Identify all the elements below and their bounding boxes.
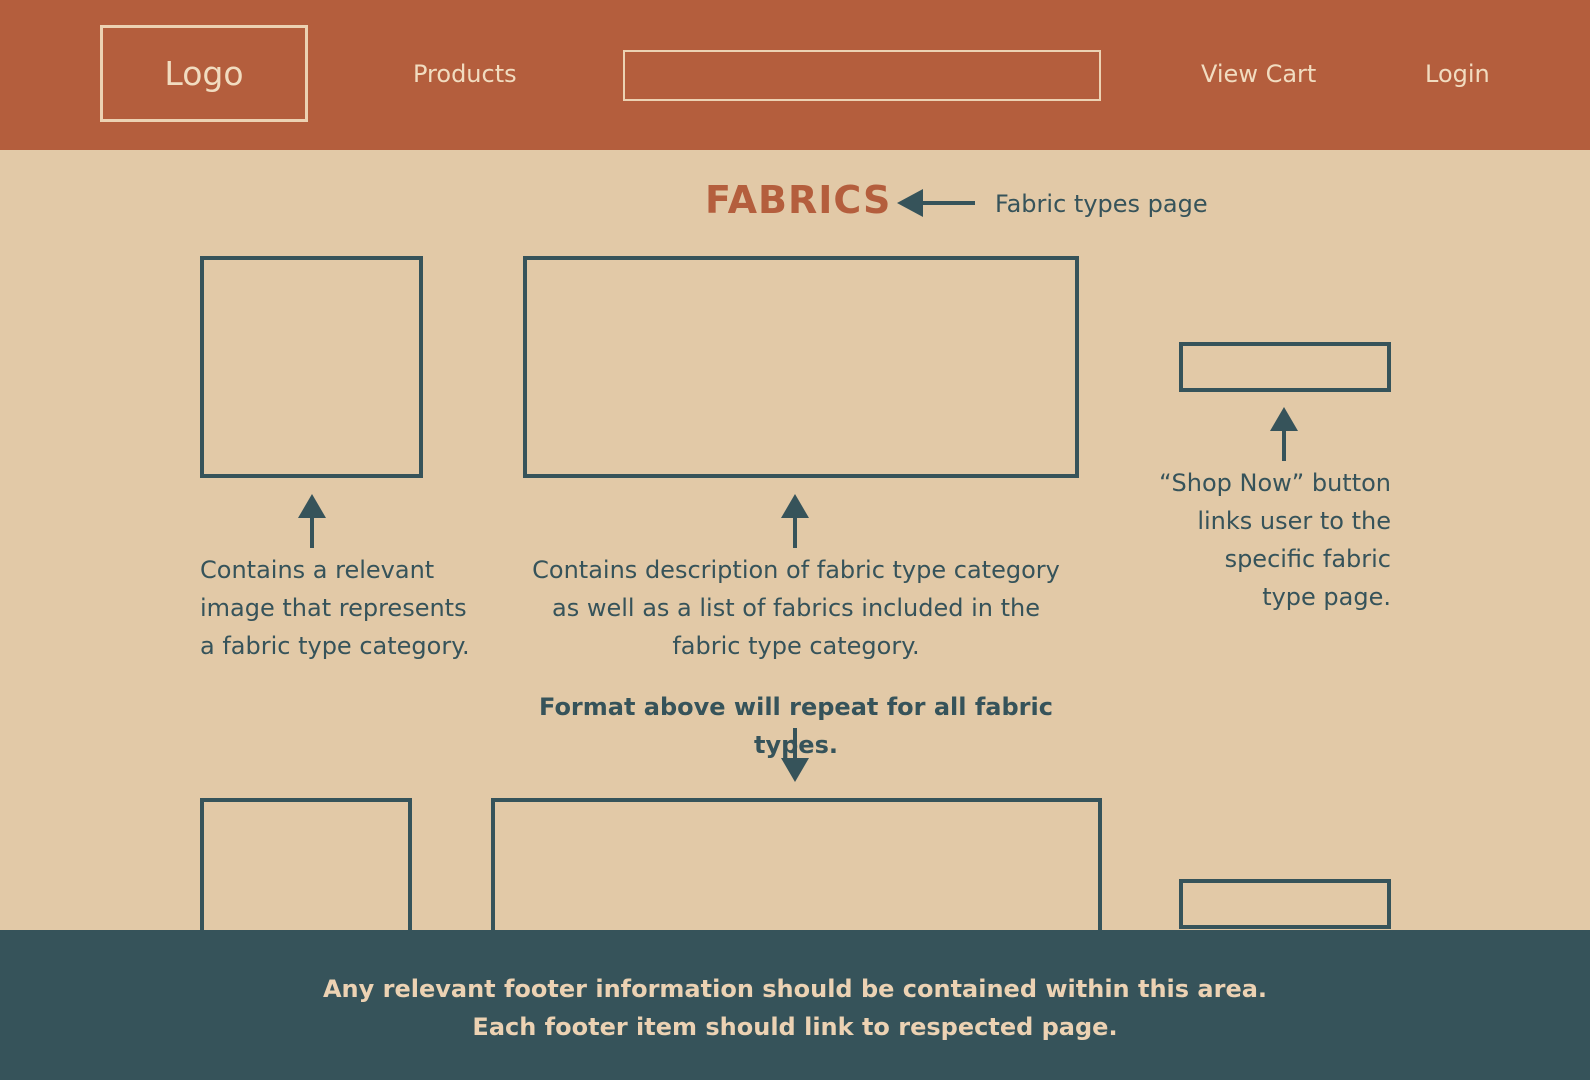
annotation-arrows [298, 189, 1298, 782]
arrow-up-icon [298, 494, 326, 548]
footer-text: Any relevant footer information should b… [0, 970, 1590, 1046]
arrow-up-icon [1270, 407, 1298, 461]
arrow-down-icon [781, 728, 809, 782]
arrow-up-icon [781, 494, 809, 548]
site-footer: Any relevant footer information should b… [0, 930, 1590, 1080]
arrow-left-icon [897, 189, 975, 217]
footer-line: Each footer item should link to respecte… [472, 1013, 1118, 1041]
footer-line: Any relevant footer information should b… [322, 975, 1268, 1003]
